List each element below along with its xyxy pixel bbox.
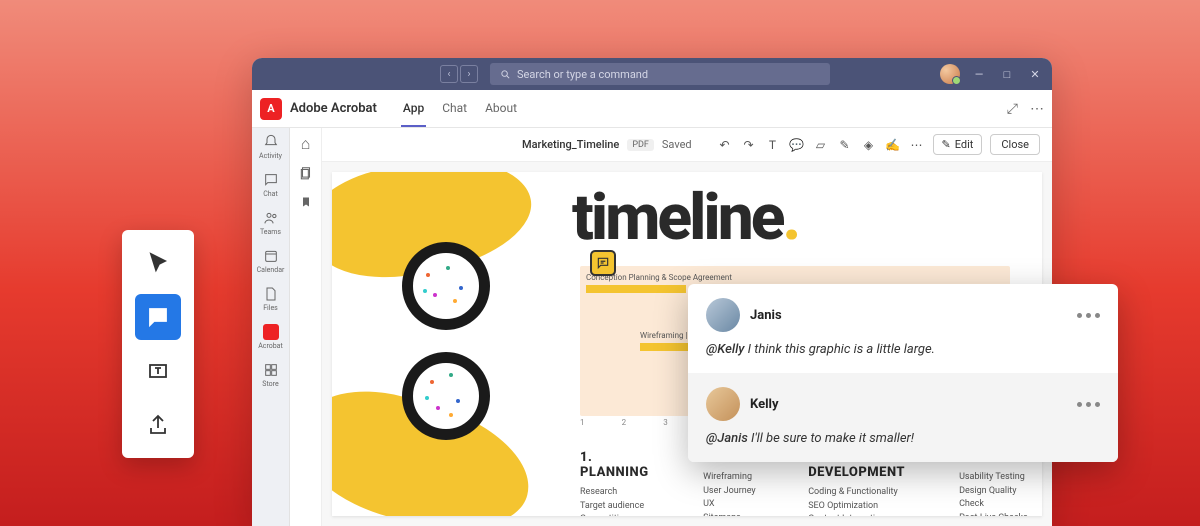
format-badge: PDF: [627, 139, 654, 151]
comment-menu-icon[interactable]: [1077, 402, 1100, 407]
teams-rail: Activity Chat Teams Calendar Files Acrob…: [252, 128, 290, 526]
pop-out-icon[interactable]: ⤢: [1007, 101, 1018, 117]
document-toolbar: Marketing_Timeline PDF Saved ↶ ↷ T 💬 ▱ ✎…: [322, 128, 1052, 162]
comment-author: Janis: [750, 308, 782, 323]
rail-store[interactable]: Store: [252, 362, 289, 388]
edit-button[interactable]: ✎ Edit: [933, 134, 983, 155]
app-tabs: App Chat About: [401, 91, 519, 127]
maximize-button[interactable]: □: [998, 65, 1016, 83]
select-tool[interactable]: [135, 240, 181, 286]
tab-app[interactable]: App: [401, 91, 426, 127]
comment-pin[interactable]: [590, 250, 616, 276]
tab-about[interactable]: About: [483, 91, 519, 127]
nav-forward-button[interactable]: ›: [460, 65, 478, 83]
app-header: A Adobe Acrobat App Chat About ⤢ ⋯: [252, 90, 1052, 128]
text-box-tool[interactable]: [135, 348, 181, 394]
draw-tool-icon[interactable]: ✎: [837, 137, 853, 153]
more-tools-icon[interactable]: ⋯: [909, 137, 925, 153]
comment-body: @Kelly I think this graphic is a little …: [706, 342, 1100, 357]
close-doc-button[interactable]: Close: [990, 134, 1040, 155]
avatar: [706, 387, 740, 421]
rail-chat[interactable]: Chat: [252, 172, 289, 198]
document-headline: timeline.: [572, 180, 798, 255]
home-icon[interactable]: ⌂: [298, 136, 313, 151]
teams-title-bar: ‹ › Search or type a command — □ ✕: [252, 58, 1052, 90]
documents-icon[interactable]: [298, 165, 313, 180]
rail-calendar[interactable]: Calendar: [252, 248, 289, 274]
acrobat-logo-icon: A: [260, 98, 282, 120]
rail-activity[interactable]: Activity: [252, 134, 289, 160]
nav-back-button[interactable]: ‹: [440, 65, 458, 83]
redo-icon[interactable]: ↷: [741, 137, 757, 153]
save-status: Saved: [662, 138, 692, 151]
tab-chat[interactable]: Chat: [440, 91, 469, 127]
text-tool-icon[interactable]: T: [765, 137, 781, 153]
search-icon: [500, 69, 511, 80]
undo-icon[interactable]: ↶: [717, 137, 733, 153]
comment-item[interactable]: Janis @Kelly I think this graphic is a l…: [688, 284, 1118, 373]
rail-teams[interactable]: Teams: [252, 210, 289, 236]
rail-acrobat[interactable]: Acrobat: [252, 324, 289, 350]
close-window-button[interactable]: ✕: [1026, 65, 1044, 83]
add-comment-tool[interactable]: [135, 294, 181, 340]
comment-author: Kelly: [750, 397, 779, 412]
minimize-button[interactable]: —: [970, 65, 988, 83]
profile-avatar[interactable]: [940, 64, 960, 84]
hero-illustration: [332, 172, 592, 516]
search-input[interactable]: Search or type a command: [490, 63, 830, 85]
overflow-icon[interactable]: ⋯: [1030, 101, 1044, 117]
avatar: [706, 298, 740, 332]
comments-panel: Janis @Kelly I think this graphic is a l…: [688, 284, 1118, 462]
floating-toolbar: [122, 230, 194, 458]
bookmark-icon[interactable]: [298, 194, 313, 209]
rail-files[interactable]: Files: [252, 286, 289, 312]
erase-tool-icon[interactable]: ◈: [861, 137, 877, 153]
sign-tool-icon[interactable]: ✍: [885, 137, 901, 153]
comment-item[interactable]: Kelly @Janis I'll be sure to make it sma…: [688, 373, 1118, 462]
comment-body: @Janis I'll be sure to make it smaller!: [706, 431, 1100, 446]
comment-tool-icon[interactable]: 💬: [789, 137, 805, 153]
share-tool[interactable]: [135, 402, 181, 448]
highlight-tool-icon[interactable]: ▱: [813, 137, 829, 153]
comment-menu-icon[interactable]: [1077, 313, 1100, 318]
app-name: Adobe Acrobat: [290, 101, 377, 116]
search-placeholder: Search or type a command: [517, 68, 648, 81]
document-title: Marketing_Timeline: [522, 138, 619, 151]
acrobat-rail: ⌂: [290, 128, 322, 526]
